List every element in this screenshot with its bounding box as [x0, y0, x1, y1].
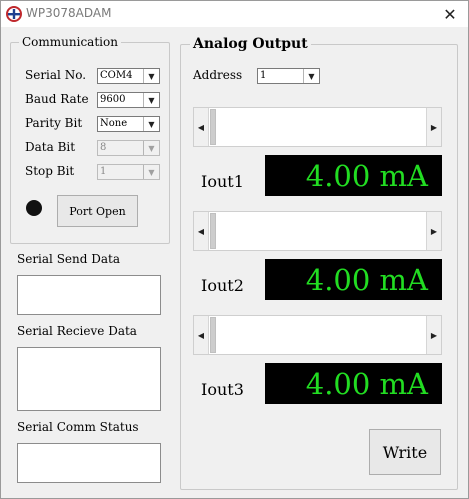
analog-output-title: Analog Output	[190, 36, 311, 52]
close-button[interactable]: ✕	[435, 4, 465, 24]
address-select[interactable]: 1 ▼	[257, 68, 320, 84]
iout3-display: 4.00 mA	[265, 363, 442, 404]
iout1-value: 4.00 mA	[305, 158, 428, 193]
write-button[interactable]: Write	[369, 429, 441, 475]
write-label: Write	[382, 442, 428, 462]
chevron-down-icon: ▼	[303, 69, 319, 83]
scroll-left-icon[interactable]: ◀	[194, 212, 209, 250]
recieve-data-label: Serial Recieve Data	[17, 324, 137, 338]
parity-bit-select[interactable]: None ▼	[97, 116, 160, 132]
address-value: 1	[260, 70, 267, 81]
iout1-slider[interactable]: ◀ ▶	[193, 107, 442, 147]
data-bit-value: 8	[100, 142, 107, 153]
iout3-slider-thumb[interactable]	[210, 317, 216, 353]
serial-no-value: COM4	[100, 70, 133, 81]
iout3-slider[interactable]: ◀ ▶	[193, 315, 442, 355]
baud-rate-label: Baud Rate	[25, 92, 89, 106]
close-icon: ✕	[443, 4, 457, 24]
chevron-down-icon: ▼	[143, 165, 159, 179]
scroll-left-icon[interactable]: ◀	[194, 316, 209, 354]
parity-bit-label: Parity Bit	[25, 116, 83, 130]
iout1-display: 4.00 mA	[265, 155, 442, 196]
stop-bit-value: 1	[100, 166, 107, 177]
scroll-right-icon[interactable]: ▶	[426, 316, 441, 354]
chevron-down-icon: ▼	[143, 69, 159, 83]
title-bar: WP3078ADAM ✕	[1, 1, 468, 27]
app-logo-icon	[6, 6, 22, 22]
serial-no-select[interactable]: COM4 ▼	[97, 68, 160, 84]
iout2-slider[interactable]: ◀ ▶	[193, 211, 442, 251]
stop-bit-label: Stop Bit	[25, 164, 75, 178]
status-led	[26, 200, 42, 216]
iout2-value: 4.00 mA	[305, 262, 428, 297]
iout3-value: 4.00 mA	[305, 366, 428, 401]
iout3-label: Iout3	[201, 380, 244, 399]
comm-status-field[interactable]	[17, 443, 161, 483]
iout2-label: Iout2	[201, 276, 244, 295]
parity-bit-value: None	[100, 118, 128, 129]
data-bit-label: Data Bit	[25, 140, 76, 154]
comm-status-label: Serial Comm Status	[17, 420, 139, 434]
recieve-data-field[interactable]	[17, 347, 161, 411]
scroll-right-icon[interactable]: ▶	[426, 108, 441, 146]
iout2-slider-thumb[interactable]	[210, 213, 216, 249]
app-window: WP3078ADAM ✕ Communication Serial No. CO…	[0, 0, 469, 499]
port-open-button[interactable]: Port Open	[57, 195, 138, 227]
chevron-down-icon: ▼	[143, 93, 159, 107]
chevron-down-icon: ▼	[143, 117, 159, 131]
scroll-left-icon[interactable]: ◀	[194, 108, 209, 146]
baud-rate-value: 9600	[100, 94, 126, 105]
iout1-label: Iout1	[201, 172, 244, 191]
send-data-field[interactable]	[17, 275, 161, 315]
window-title: WP3078ADAM	[26, 6, 112, 20]
serial-no-label: Serial No.	[25, 68, 87, 82]
scroll-right-icon[interactable]: ▶	[426, 212, 441, 250]
address-label: Address	[193, 68, 243, 82]
send-data-label: Serial Send Data	[17, 252, 121, 266]
communication-title: Communication	[19, 35, 121, 49]
chevron-down-icon: ▼	[143, 141, 159, 155]
port-open-label: Port Open	[69, 204, 126, 218]
baud-rate-select[interactable]: 9600 ▼	[97, 92, 160, 108]
iout2-display: 4.00 mA	[265, 259, 442, 300]
iout1-slider-thumb[interactable]	[210, 109, 216, 145]
data-bit-select: 8 ▼	[97, 140, 160, 156]
stop-bit-select: 1 ▼	[97, 164, 160, 180]
